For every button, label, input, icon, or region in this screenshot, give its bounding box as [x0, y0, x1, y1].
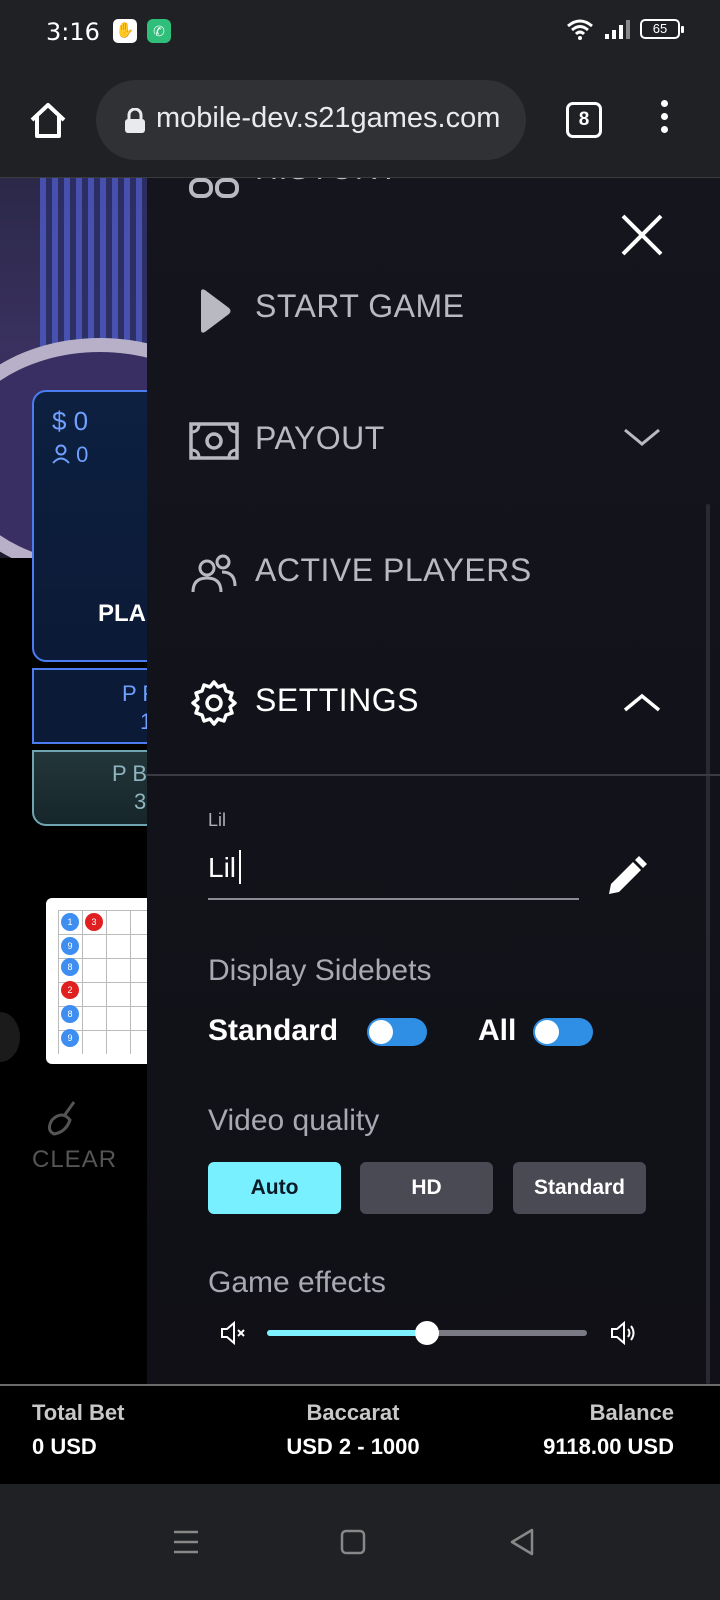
game-effects-slider[interactable] — [267, 1321, 587, 1345]
play-icon — [201, 289, 231, 333]
display-sidebets-title: Display Sidebets — [208, 954, 432, 987]
roadmap-dot: 8 — [61, 958, 79, 976]
chevron-down-icon — [624, 428, 660, 446]
menu-label-history: HISTORY — [255, 178, 400, 187]
menu-item-active-players[interactable]: ACTIVE PLAYERS — [147, 520, 720, 620]
toggle-all-label: All — [478, 1014, 517, 1047]
status-time: 3:16 — [46, 18, 100, 46]
video-quality-title: Video quality — [208, 1104, 380, 1137]
nickname-input[interactable] — [208, 838, 579, 900]
recent-apps-icon[interactable] — [166, 1522, 206, 1562]
toggle-standard-label: Standard — [208, 1014, 339, 1047]
signal-icon — [605, 20, 630, 39]
users-icon — [191, 554, 237, 593]
chevron-down-icon — [619, 178, 665, 182]
address-bar[interactable]: mobile-dev.s21games.com — [96, 80, 526, 160]
status-bar: 3:16 ✋ ✆ 65 — [0, 0, 720, 66]
player-bet-amount: $ 0 — [52, 406, 89, 436]
text-caret — [239, 850, 241, 884]
browser-menu-icon[interactable] — [654, 100, 674, 140]
volume-mute-icon[interactable] — [219, 1318, 249, 1348]
video-quality-auto-button[interactable]: Auto — [208, 1162, 341, 1214]
roadmap-dot: 3 — [85, 913, 103, 931]
menu-label-active-players: ACTIVE PLAYERS — [255, 552, 532, 588]
gear-icon — [191, 680, 237, 726]
nickname-label: Lil — [208, 810, 227, 830]
roadmap-dot: 2 — [61, 981, 79, 999]
toggle-all-switch[interactable] — [533, 1018, 593, 1046]
toggle-standard-switch[interactable] — [367, 1018, 427, 1046]
roadmap[interactable]: 1 3 9 8 2 8 9 — [46, 898, 158, 1064]
broom-icon[interactable] — [44, 1098, 84, 1138]
game-effects-title: Game effects — [208, 1266, 386, 1299]
wifi-icon — [567, 19, 593, 40]
total-bet-column: Total Bet 0 USD — [32, 1400, 124, 1460]
close-icon[interactable] — [617, 210, 667, 260]
lock-icon — [125, 108, 145, 133]
menu-label-start-game: START GAME — [255, 288, 465, 324]
video-quality-hd-button[interactable]: HD — [360, 1162, 493, 1214]
roadmap-dot: 9 — [61, 937, 79, 955]
menu-item-payout[interactable]: PAYOUT — [147, 388, 720, 488]
pencil-edit-icon[interactable] — [603, 854, 649, 900]
balance-value: 9118.00 USD — [543, 1434, 674, 1459]
menu-item-settings[interactable]: SETTINGS — [147, 650, 720, 750]
phone-call-icon: ✆ — [147, 19, 171, 43]
chevron-up-icon — [623, 693, 661, 712]
slider-fill — [267, 1330, 427, 1336]
home-icon[interactable] — [26, 98, 70, 142]
home-nav-icon[interactable] — [333, 1522, 373, 1562]
system-navigation-bar — [0, 1484, 720, 1600]
menu-item-start-game[interactable]: START GAME — [147, 256, 720, 356]
balance-title: Balance — [589, 1400, 674, 1425]
notification-app-icon: ✋ — [113, 19, 137, 43]
person-icon — [52, 444, 70, 464]
volume-up-icon[interactable] — [609, 1318, 639, 1348]
menu-label-settings: SETTINGS — [255, 682, 420, 718]
side-menu-drawer: HISTORY START GAME PAYOUT ACTIVE PLAYERS… — [147, 178, 720, 1384]
total-bet-title: Total Bet — [32, 1400, 125, 1425]
menu-label-payout: PAYOUT — [255, 420, 385, 456]
roadmap-dot: 8 — [61, 1005, 79, 1023]
status-icons: 65 — [566, 18, 684, 40]
drawer-scrollbar[interactable] — [706, 504, 710, 1384]
cash-icon — [189, 422, 239, 460]
game-limits-column: Baccarat USD 2 - 1000 — [278, 1400, 428, 1460]
url-text[interactable]: mobile-dev.s21games.com — [156, 102, 514, 135]
roadmap-dot: 1 — [61, 913, 79, 931]
game-limits: USD 2 - 1000 — [286, 1434, 420, 1459]
player-count-value: 0 — [76, 442, 89, 467]
balance-column: Balance 9118.00 USD — [543, 1400, 674, 1460]
clear-button-label[interactable]: CLEAR — [32, 1146, 117, 1174]
history-icon — [189, 178, 239, 198]
battery-icon: 65 — [640, 19, 684, 39]
total-bet-value: 0 USD — [32, 1434, 97, 1459]
tab-switcher-button[interactable]: 8 — [566, 102, 602, 138]
player-label: PLA — [98, 600, 146, 627]
roadmap-dot: 9 — [61, 1029, 79, 1047]
settings-divider — [147, 774, 720, 776]
browser-toolbar: mobile-dev.s21games.com 8 — [0, 66, 720, 178]
slider-thumb[interactable] — [415, 1321, 439, 1345]
video-quality-standard-button[interactable]: Standard — [513, 1162, 646, 1214]
back-nav-icon[interactable] — [502, 1522, 542, 1562]
bet-info-bar: Total Bet 0 USD Baccarat USD 2 - 1000 Ba… — [0, 1384, 720, 1484]
game-title: Baccarat — [306, 1400, 400, 1425]
player-count: 0 — [52, 442, 88, 468]
